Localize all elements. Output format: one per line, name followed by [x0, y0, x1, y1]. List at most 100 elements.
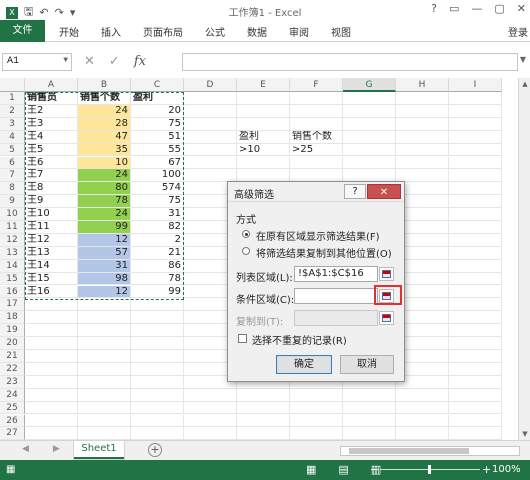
- cell-h[interactable]: [396, 104, 449, 118]
- row-header[interactable]: 14: [0, 259, 25, 273]
- cell-e[interactable]: [237, 401, 290, 415]
- row-header[interactable]: 10: [0, 208, 25, 221]
- cell-i[interactable]: [449, 208, 502, 221]
- cell-b[interactable]: 12: [78, 233, 131, 247]
- cell-i[interactable]: [449, 285, 502, 299]
- cell-c[interactable]: [131, 388, 184, 402]
- column-header-h[interactable]: H: [396, 78, 449, 92]
- cell-h[interactable]: [396, 156, 449, 170]
- row-header[interactable]: 23: [0, 375, 25, 389]
- cell-c[interactable]: [131, 427, 184, 440]
- zoom-in-icon[interactable]: +: [482, 463, 491, 476]
- cell-i[interactable]: [449, 311, 502, 325]
- cell-f[interactable]: 销售个数: [290, 130, 343, 144]
- cell-b[interactable]: [78, 401, 131, 415]
- cell-c[interactable]: 75: [131, 117, 184, 131]
- cell-c[interactable]: 31: [131, 208, 184, 221]
- cell-a[interactable]: [25, 427, 78, 440]
- tab-view[interactable]: 视图: [320, 24, 362, 39]
- cell-g[interactable]: [343, 104, 396, 118]
- cell-d[interactable]: [184, 117, 237, 131]
- help-button[interactable]: ?: [431, 2, 437, 15]
- row-header[interactable]: 3: [0, 117, 25, 131]
- cell-h[interactable]: [396, 117, 449, 131]
- cell-h[interactable]: [396, 401, 449, 415]
- cell-b[interactable]: 24: [78, 208, 131, 221]
- scroll-up-icon[interactable]: ▲: [519, 78, 530, 90]
- radio-in-place[interactable]: [242, 230, 250, 238]
- zoom-knob[interactable]: [428, 465, 431, 474]
- cell-b[interactable]: [78, 324, 131, 338]
- list-range-collapse-button[interactable]: [379, 267, 394, 281]
- row-header[interactable]: 9: [0, 195, 25, 209]
- row-header[interactable]: 5: [0, 143, 25, 157]
- cell-f[interactable]: >25: [290, 143, 343, 157]
- cell-a[interactable]: 王7: [25, 169, 78, 183]
- cell-e[interactable]: [237, 427, 290, 440]
- prev-sheet-icon[interactable]: ◀: [22, 444, 29, 454]
- row-header[interactable]: 2: [0, 104, 25, 118]
- cancel-entry-icon[interactable]: ✕: [84, 54, 95, 69]
- cell-f[interactable]: [290, 401, 343, 415]
- row-header[interactable]: 1: [0, 92, 25, 105]
- cell-c[interactable]: 67: [131, 156, 184, 170]
- row-header[interactable]: 20: [0, 337, 25, 350]
- cell-a[interactable]: 王10: [25, 208, 78, 221]
- row-header[interactable]: 11: [0, 221, 25, 234]
- row-header[interactable]: 21: [0, 350, 25, 363]
- cell-a[interactable]: 王5: [25, 143, 78, 157]
- cell-b[interactable]: 47: [78, 130, 131, 144]
- vertical-scrollbar[interactable]: ▲ ▼: [518, 78, 530, 440]
- column-header-c[interactable]: C: [131, 78, 184, 92]
- cell-a[interactable]: 王2: [25, 104, 78, 118]
- cell-e[interactable]: >10: [237, 143, 290, 157]
- zoom-out-icon[interactable]: −: [370, 463, 379, 476]
- cell-i[interactable]: [449, 375, 502, 389]
- row-header[interactable]: 17: [0, 298, 25, 312]
- cell-c[interactable]: 86: [131, 259, 184, 273]
- cell-d[interactable]: [184, 427, 237, 440]
- column-header-e[interactable]: E: [237, 78, 290, 92]
- cell-h[interactable]: [396, 92, 449, 105]
- cell-e[interactable]: [237, 156, 290, 170]
- cell-i[interactable]: [449, 246, 502, 260]
- dialog-title-bar[interactable]: 高级筛选 ? ✕: [228, 182, 404, 202]
- cell-b[interactable]: 10: [78, 156, 131, 170]
- cell-a[interactable]: [25, 362, 78, 376]
- row-header[interactable]: 12: [0, 233, 25, 247]
- cell-d[interactable]: [184, 388, 237, 402]
- cell-h[interactable]: [396, 414, 449, 428]
- cell-g[interactable]: [343, 401, 396, 415]
- cell-b[interactable]: 78: [78, 195, 131, 209]
- cell-d[interactable]: [184, 143, 237, 157]
- cell-f[interactable]: [290, 388, 343, 402]
- cell-i[interactable]: [449, 427, 502, 440]
- cell-a[interactable]: 销售员: [25, 92, 78, 105]
- cell-i[interactable]: [449, 143, 502, 157]
- cell-b[interactable]: 31: [78, 259, 131, 273]
- cell-b[interactable]: 28: [78, 117, 131, 131]
- column-header-a[interactable]: A: [25, 78, 78, 92]
- criteria-range-input[interactable]: [294, 288, 378, 304]
- cell-a[interactable]: 王11: [25, 221, 78, 234]
- cell-e[interactable]: [237, 104, 290, 118]
- row-header[interactable]: 8: [0, 182, 25, 196]
- cell-f[interactable]: [290, 104, 343, 118]
- cell-a[interactable]: 王6: [25, 156, 78, 170]
- cell-b[interactable]: 24: [78, 169, 131, 183]
- cell-c[interactable]: [131, 362, 184, 376]
- cell-b[interactable]: [78, 427, 131, 440]
- cell-b[interactable]: 98: [78, 272, 131, 286]
- cell-i[interactable]: [449, 362, 502, 376]
- option-copy-to-label[interactable]: 将筛选结果复制到其他位置(O): [256, 245, 392, 260]
- column-header-g[interactable]: G: [343, 78, 396, 92]
- column-header-i[interactable]: I: [449, 78, 502, 92]
- row-header[interactable]: 26: [0, 414, 25, 428]
- cell-i[interactable]: [449, 414, 502, 428]
- close-button[interactable]: ✕: [517, 2, 526, 15]
- tab-data[interactable]: 数据: [236, 24, 278, 39]
- cell-b[interactable]: 12: [78, 285, 131, 299]
- expand-formula-icon[interactable]: ▼: [520, 55, 526, 64]
- zoom-level[interactable]: 100%: [492, 464, 521, 475]
- cell-d[interactable]: [184, 92, 237, 105]
